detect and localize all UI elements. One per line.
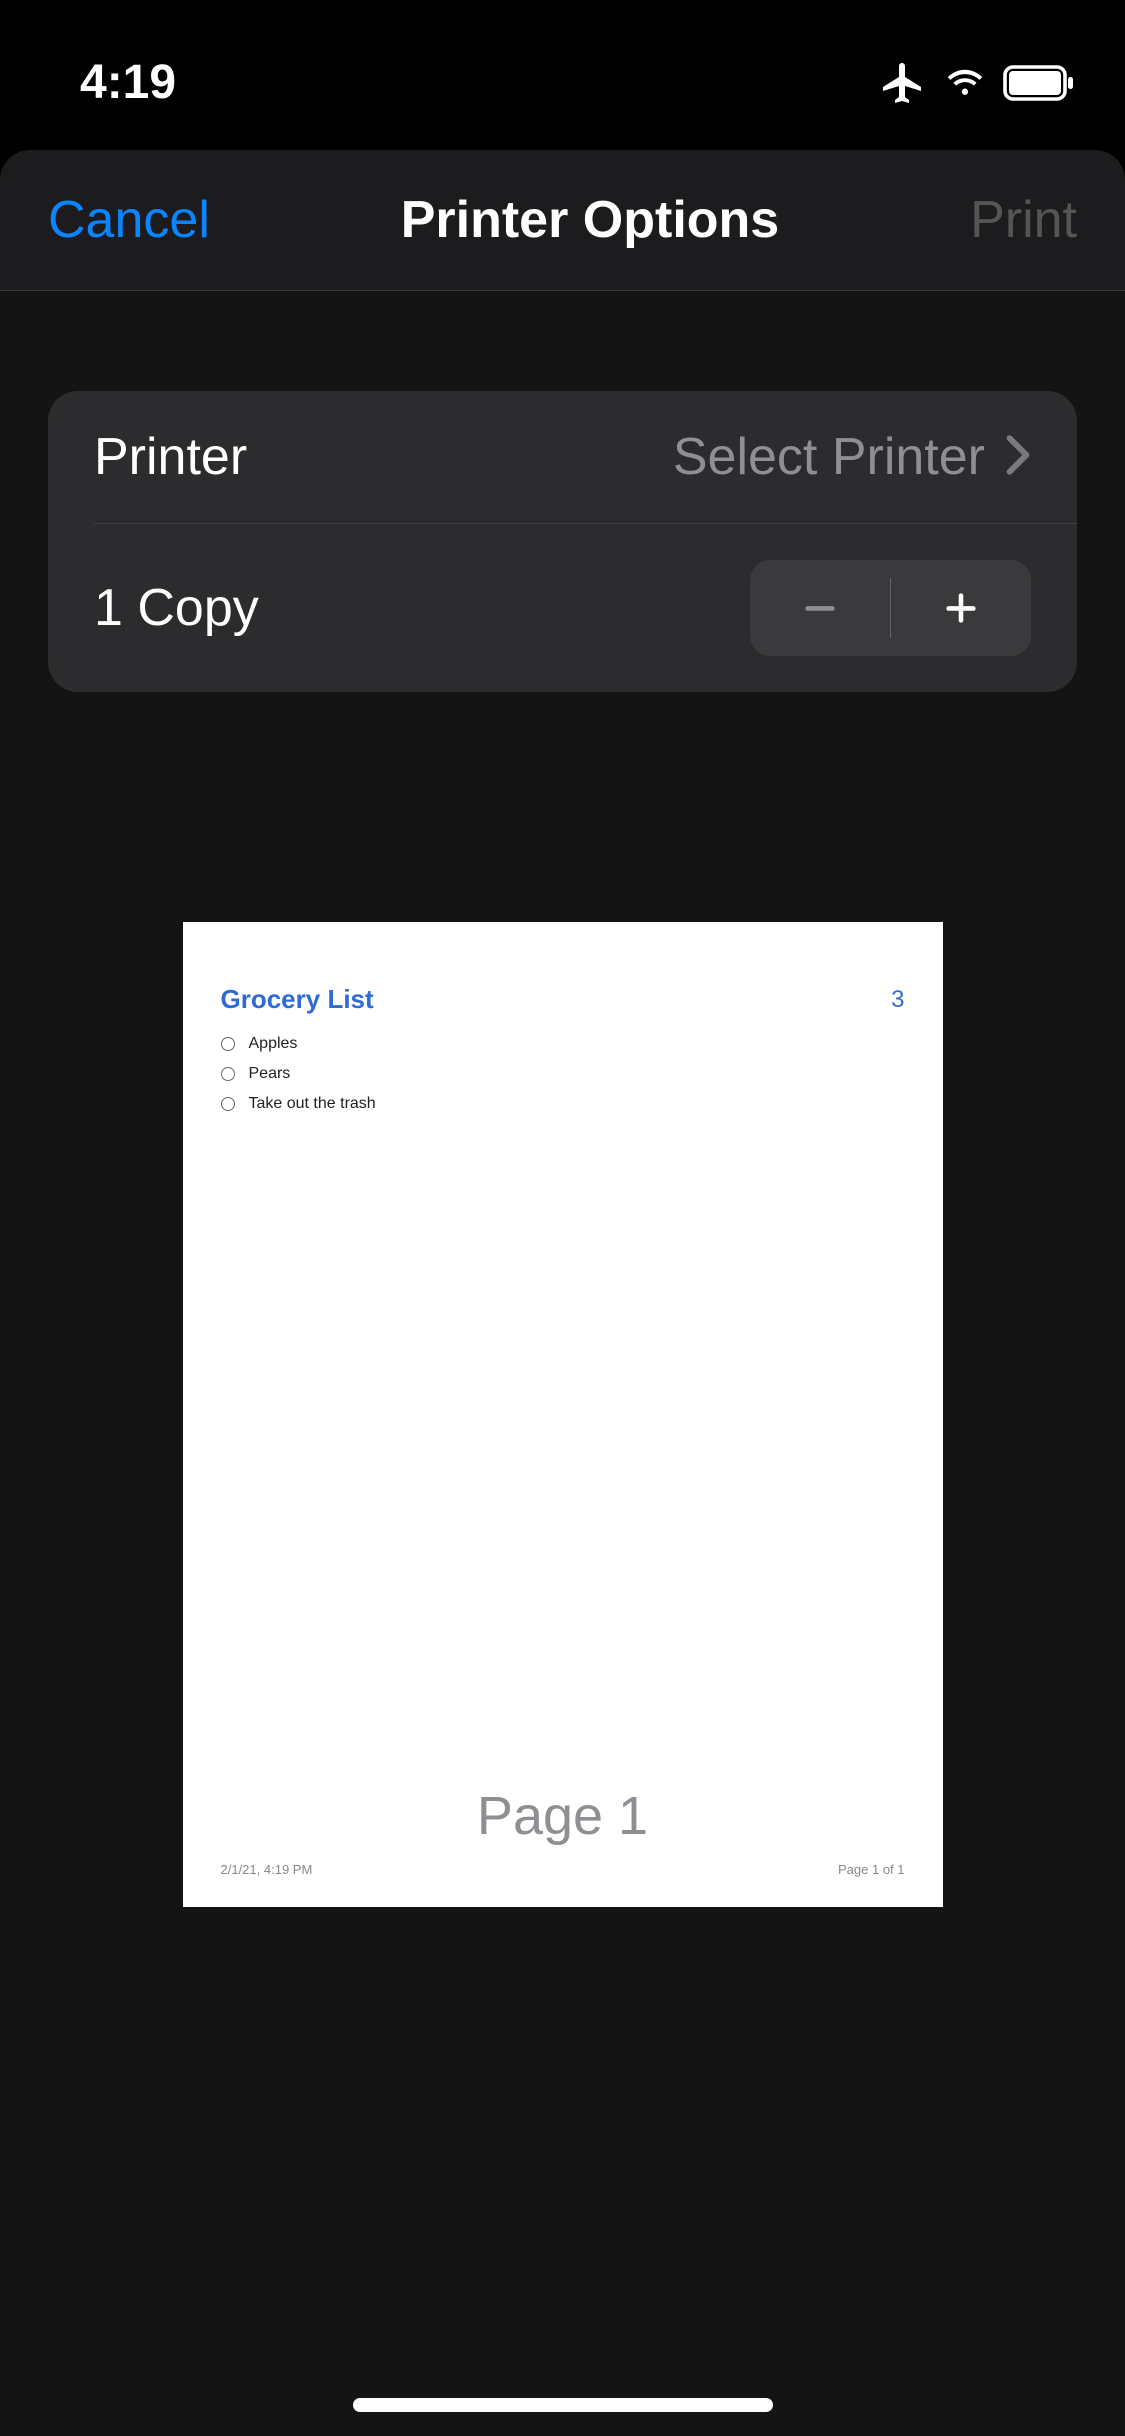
home-indicator[interactable] xyxy=(353,2398,773,2412)
print-options-sheet: Cancel Printer Options Print Printer Sel… xyxy=(0,150,1125,2436)
status-bar: 4:19 xyxy=(0,0,1125,130)
increment-button[interactable] xyxy=(891,560,1031,656)
page-preview[interactable]: Grocery List 3 Apples Pears Take out the… xyxy=(183,922,943,1907)
doc-items: Apples Pears Take out the trash xyxy=(221,1035,905,1113)
copies-label: 1 Copy xyxy=(94,578,259,638)
list-item: Take out the trash xyxy=(221,1095,905,1113)
list-item: Pears xyxy=(221,1065,905,1083)
battery-icon xyxy=(1003,65,1075,101)
airplane-mode-icon xyxy=(879,59,927,107)
preview-area: Grocery List 3 Apples Pears Take out the… xyxy=(48,692,1077,2436)
item-text: Pears xyxy=(249,1065,291,1083)
chevron-right-icon xyxy=(1005,434,1031,481)
doc-footer: 2/1/21, 4:19 PM Page 1 of 1 xyxy=(221,1862,905,1877)
status-time: 4:19 xyxy=(80,55,176,110)
list-item: Apples xyxy=(221,1035,905,1053)
print-button[interactable]: Print xyxy=(970,190,1077,250)
item-text: Take out the trash xyxy=(249,1095,376,1113)
wifi-icon xyxy=(943,61,987,105)
radio-icon xyxy=(221,1067,235,1081)
print-settings: Printer Select Printer 1 Copy xyxy=(0,291,1125,2436)
doc-header: Grocery List 3 xyxy=(221,984,905,1015)
printer-value: Select Printer xyxy=(673,427,985,487)
printer-value-container: Select Printer xyxy=(673,427,1031,487)
doc-title: Grocery List xyxy=(221,984,374,1015)
cancel-button[interactable]: Cancel xyxy=(48,190,210,250)
status-icons xyxy=(879,59,1075,107)
page-number-overlay: Page 1 xyxy=(183,1785,943,1847)
page-title: Printer Options xyxy=(401,190,779,250)
doc-count: 3 xyxy=(891,986,904,1014)
copies-row: 1 Copy xyxy=(94,523,1077,692)
decrement-button[interactable] xyxy=(750,560,890,656)
copies-stepper xyxy=(750,560,1031,656)
settings-group: Printer Select Printer 1 Copy xyxy=(48,391,1077,692)
printer-label: Printer xyxy=(94,427,247,487)
radio-icon xyxy=(221,1097,235,1111)
radio-icon xyxy=(221,1037,235,1051)
footer-timestamp: 2/1/21, 4:19 PM xyxy=(221,1862,313,1877)
printer-row[interactable]: Printer Select Printer xyxy=(48,391,1077,523)
item-text: Apples xyxy=(249,1035,298,1053)
nav-bar: Cancel Printer Options Print xyxy=(0,150,1125,291)
footer-page-indicator: Page 1 of 1 xyxy=(838,1862,905,1877)
